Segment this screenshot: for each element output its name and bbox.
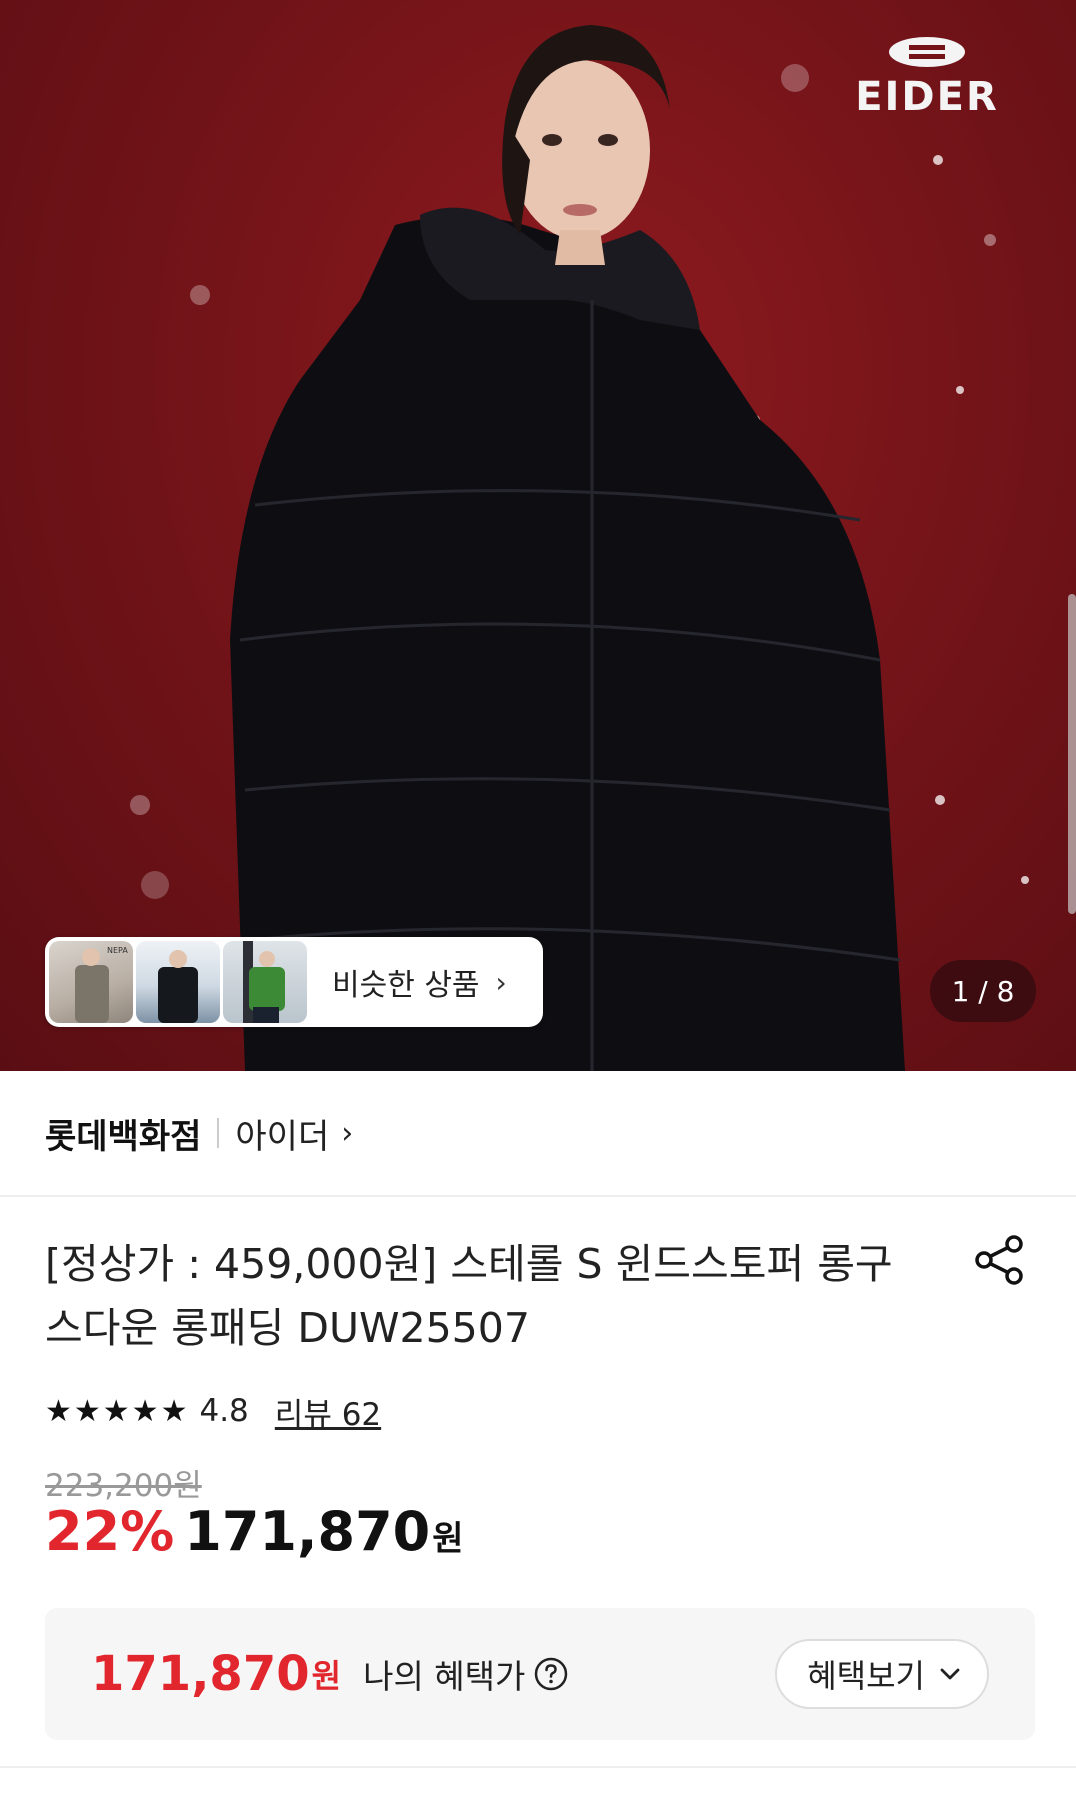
rating-row: ★★★★★ 4.8 리뷰 62 <box>45 1388 381 1434</box>
original-price: 223,200원 <box>45 1468 202 1504</box>
chevron-right-icon: › <box>341 1115 354 1151</box>
rating-value: 4.8 <box>199 1393 249 1429</box>
my-benefit-price-box: 171,870 원 나의 혜택가 혜택보기 <box>45 1608 1035 1740</box>
product-photo <box>130 25 1029 1071</box>
rating-stars-icon: ★★★★★ <box>45 1393 190 1429</box>
product-image-carousel[interactable]: EIDER NEPA 비슷한 상품 › 1 / 8 <box>0 0 1076 1071</box>
similar-product-thumb <box>136 941 220 1023</box>
benefit-label: 나의 혜택가 <box>363 1657 526 1696</box>
divider <box>0 1766 1076 1768</box>
eider-logo-icon <box>889 37 965 67</box>
price-row: 22% 171,870 원 <box>45 1500 464 1563</box>
chevron-down-icon <box>939 1662 961 1687</box>
sale-price: 171,870 <box>184 1500 431 1563</box>
view-benefits-button[interactable]: 혜택보기 <box>775 1639 989 1709</box>
benefit-price: 171,870 <box>91 1646 310 1702</box>
scrollbar[interactable] <box>1068 594 1076 914</box>
svg-text:NEPA: NEPA <box>107 946 128 955</box>
similar-products-label: 비슷한 상품 › <box>332 965 507 1004</box>
similar-products-button[interactable]: NEPA 비슷한 상품 › <box>45 937 543 1027</box>
currency-unit: 원 <box>432 1519 464 1559</box>
store-name: 롯데백화점 <box>45 1116 202 1157</box>
review-link[interactable]: 리뷰 62 <box>275 1389 381 1434</box>
brand-logo: EIDER <box>832 36 1022 120</box>
brand-logo-text: EIDER <box>855 74 999 120</box>
brand-link[interactable]: 아이더 › <box>235 1109 353 1158</box>
product-title: [정상가 : 459,000원] 스테롤 S 윈드스토퍼 롱구스다운 롱패딩 D… <box>45 1240 893 1352</box>
separator <box>217 1118 220 1148</box>
image-pager-indicator: 1 / 8 <box>930 960 1036 1022</box>
similar-product-thumb <box>223 941 307 1023</box>
share-icon <box>975 1235 1023 1285</box>
benefit-currency-unit: 원 <box>311 1657 342 1695</box>
share-button[interactable] <box>972 1232 1028 1288</box>
divider <box>0 1195 1076 1197</box>
similar-product-thumb: NEPA <box>49 941 133 1023</box>
discount-rate: 22% <box>45 1500 175 1563</box>
question-circle-icon[interactable] <box>533 1656 569 1692</box>
store-brand-row: 롯데백화점 아이더 › <box>45 1105 353 1161</box>
chevron-right-icon: › <box>495 965 507 999</box>
